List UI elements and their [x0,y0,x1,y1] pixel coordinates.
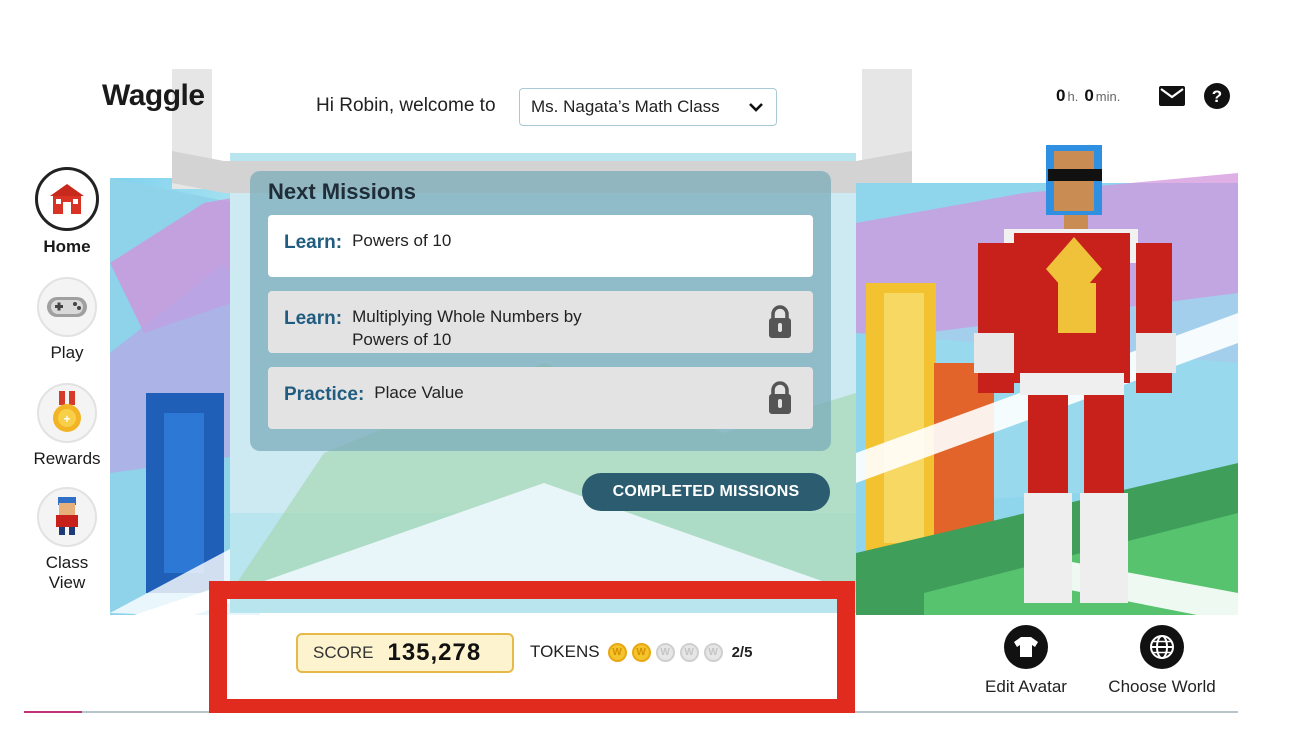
mission-kind: Learn: [284,308,343,329]
time-minutes: 0 [1084,86,1094,105]
mission-item-locked[interactable]: Practice: Place Value [268,367,813,429]
choose-world-button[interactable]: Choose World [1102,625,1222,697]
medal-icon: + [37,383,97,443]
mission-title: Multiplying Whole Numbers by Powers of 1… [352,305,582,351]
mission-kind: Practice: [284,384,365,405]
class-select-dropdown[interactable]: Ms. Nagata’s Math Class [519,88,777,126]
svg-text:+: + [63,412,70,426]
time-spent: 0 h. 0 min. [1056,86,1126,106]
next-missions-panel: Next Missions Learn: Powers of 10 Learn:… [250,171,831,451]
sidebar-item-home[interactable]: Home [24,167,110,257]
sidebar-item-label: Play [50,343,84,362]
lock-icon [769,381,791,414]
completed-missions-button[interactable]: COMPLETED MISSIONS [582,473,830,511]
classmate-avatar-icon [37,487,97,547]
edit-avatar-label: Edit Avatar [985,677,1067,696]
sidebar-item-label: Rewards [33,449,101,468]
time-hours: 0 [1056,86,1066,105]
class-select-value: Ms. Nagata’s Math Class [531,97,720,116]
globe-icon [1140,625,1184,669]
highlight-box [209,581,855,713]
time-hours-unit: h. [1067,89,1079,104]
sidebar-item-rewards[interactable]: + Rewards [24,383,110,469]
waggle-logo[interactable]: Waggle [102,79,205,113]
choose-world-label: Choose World [1108,677,1216,696]
bottom-divider-accent [24,711,82,713]
gamepad-icon [37,277,97,337]
mission-title: Place Value [374,383,464,402]
time-minutes-unit: min. [1095,89,1121,104]
lock-icon [769,305,791,338]
welcome-greeting: Hi Robin, welcome to [316,95,496,116]
next-missions-heading: Next Missions [268,179,416,204]
mission-item-locked[interactable]: Learn: Multiplying Whole Numbers by Powe… [268,291,813,353]
sidebar-item-label-line2: View [48,573,86,592]
sidebar-item-class-view[interactable]: Class View [24,487,110,593]
mission-title-line2: Powers of 10 [352,330,452,349]
mission-kind: Learn: [284,232,343,253]
mission-title-line1: Multiplying Whole Numbers by [352,307,582,326]
mission-item[interactable]: Learn: Powers of 10 [268,215,813,277]
sidebar-item-label-line1: Class [45,553,89,572]
waggle-app: Waggle Hi Robin, welcome to Ms. Nagata’s… [24,33,1238,713]
svg-text:?: ? [1212,87,1222,106]
help-icon[interactable]: ? [1204,83,1230,109]
home-icon [35,167,99,231]
mission-title: Powers of 10 [352,231,452,250]
shirt-icon [1004,625,1048,669]
edit-avatar-button[interactable]: Edit Avatar [974,625,1078,697]
sidebar-item-label: Home [43,237,91,256]
sidebar-item-play[interactable]: Play [24,277,110,363]
mail-icon[interactable] [1159,86,1185,106]
chevron-down-icon [749,103,763,112]
